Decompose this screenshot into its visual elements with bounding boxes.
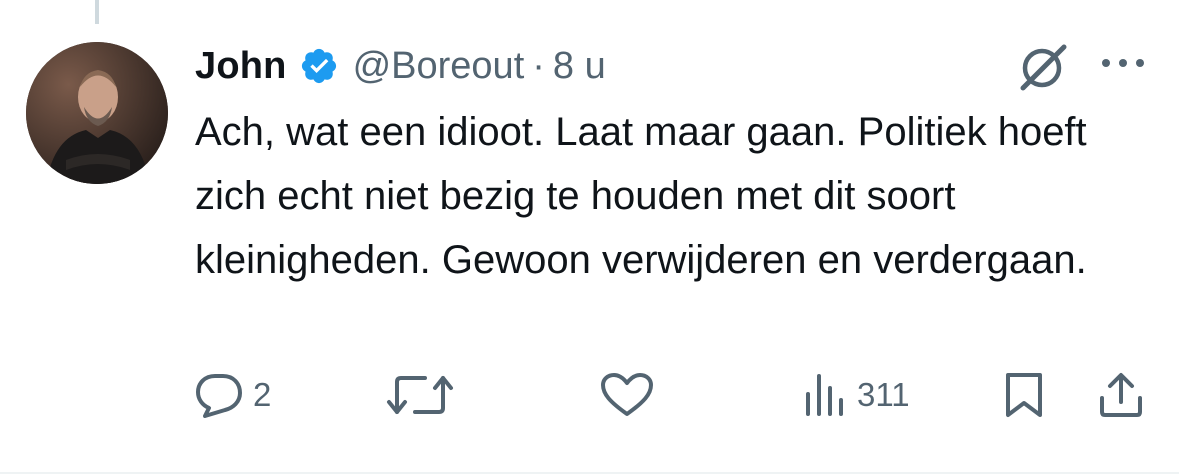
grok-icon[interactable] bbox=[1014, 42, 1072, 92]
share-icon bbox=[1100, 373, 1142, 417]
share-button[interactable] bbox=[1098, 370, 1144, 420]
avatar-photo bbox=[26, 42, 168, 184]
views-button[interactable]: 311 bbox=[803, 370, 910, 420]
views-count: 311 bbox=[857, 376, 910, 413]
like-button[interactable] bbox=[600, 370, 654, 420]
verified-badge-icon[interactable] bbox=[299, 46, 339, 86]
bookmark-button[interactable] bbox=[1002, 370, 1046, 420]
views-bar-chart-icon bbox=[806, 374, 843, 416]
author-handle[interactable]: @Boreout bbox=[353, 45, 525, 88]
author-name[interactable]: John bbox=[195, 45, 287, 88]
repost-icon bbox=[387, 376, 453, 414]
separator-dot: · bbox=[532, 44, 545, 87]
tweet-header: John @Boreout · 8 u bbox=[195, 36, 606, 96]
bookmark-icon bbox=[1006, 373, 1042, 417]
heart-icon bbox=[601, 373, 653, 416]
repost-button[interactable] bbox=[385, 370, 455, 420]
reply-icon bbox=[196, 374, 242, 418]
reply-button[interactable]: 2 bbox=[195, 370, 271, 420]
post-time[interactable]: 8 u bbox=[553, 45, 606, 88]
thread-connector-line bbox=[95, 0, 99, 24]
more-dots-icon[interactable] bbox=[1098, 50, 1148, 76]
reply-count: 2 bbox=[253, 376, 272, 413]
avatar[interactable] bbox=[26, 42, 168, 184]
tweet-text: Ach, wat een idioot. Laat maar gaan. Pol… bbox=[195, 110, 1087, 282]
